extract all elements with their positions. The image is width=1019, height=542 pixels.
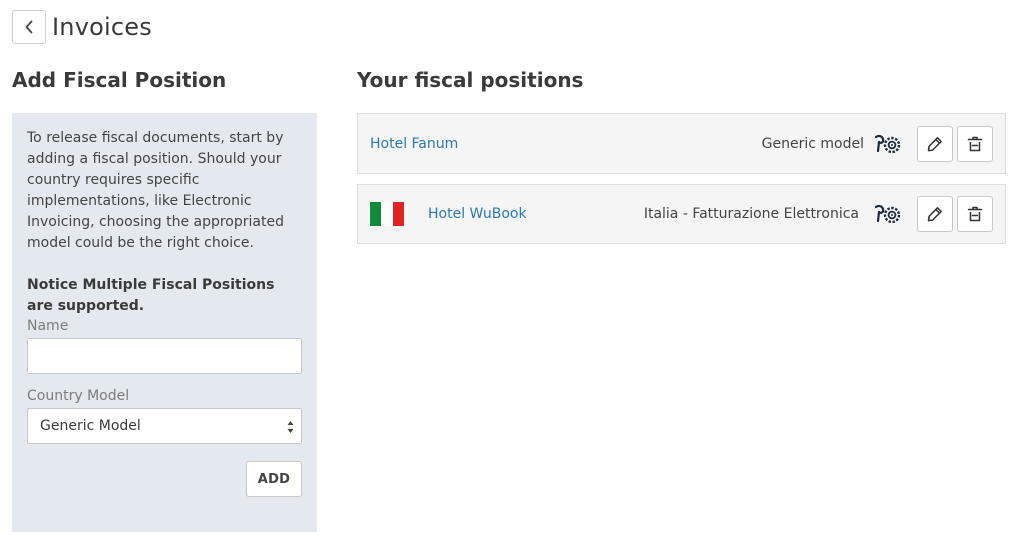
country-model-value: Generic Model [40, 418, 141, 434]
notice-text: Notice Multiple Fiscal Positions are sup… [27, 277, 275, 314]
pencil-icon [927, 136, 942, 151]
select-arrows-icon [287, 421, 294, 433]
page-title: Invoices [52, 13, 152, 41]
model-logo-icon [874, 134, 901, 153]
fiscal-position-name-link[interactable]: Hotel WuBook [428, 206, 527, 222]
fiscal-position-row: Hotel WuBook Italia - Fatturazione Elett… [357, 184, 1006, 244]
fiscal-position-name-link[interactable]: Hotel Fanum [370, 136, 458, 152]
add-button[interactable]: ADD [246, 461, 302, 497]
add-fiscal-position-panel: To release fiscal documents, start by ad… [12, 113, 317, 532]
delete-button[interactable] [957, 125, 993, 162]
fiscal-positions-title: Your fiscal positions [357, 68, 584, 92]
edit-button[interactable] [917, 125, 953, 162]
intro-text: To release fiscal documents, start by ad… [27, 130, 284, 251]
fiscal-position-row: Hotel Fanum Generic model [357, 113, 1006, 174]
name-input[interactable] [27, 338, 302, 374]
edit-button[interactable] [917, 196, 953, 232]
fiscal-position-model: Generic model [761, 135, 864, 152]
delete-button[interactable] [957, 196, 993, 232]
chevron-left-icon [25, 20, 33, 34]
fiscal-position-model: Italia - Fatturazione Elettronica [643, 206, 859, 222]
add-fiscal-position-section: Add Fiscal Position To release fiscal do… [12, 66, 317, 532]
pencil-icon [927, 207, 942, 222]
page-header: Invoices [12, 10, 152, 44]
trash-icon [967, 136, 983, 151]
country-model-select[interactable]: Generic Model [27, 408, 302, 444]
italy-flag-icon [370, 202, 404, 226]
trash-icon [967, 206, 983, 222]
fiscal-positions-section: Your fiscal positions Hotel Fanum Generi… [357, 66, 1006, 244]
model-logo-icon [874, 204, 901, 224]
country-model-label: Country Model [27, 388, 130, 404]
back-button[interactable] [12, 10, 46, 44]
add-fiscal-position-title: Add Fiscal Position [12, 68, 227, 92]
name-label: Name [27, 318, 69, 334]
